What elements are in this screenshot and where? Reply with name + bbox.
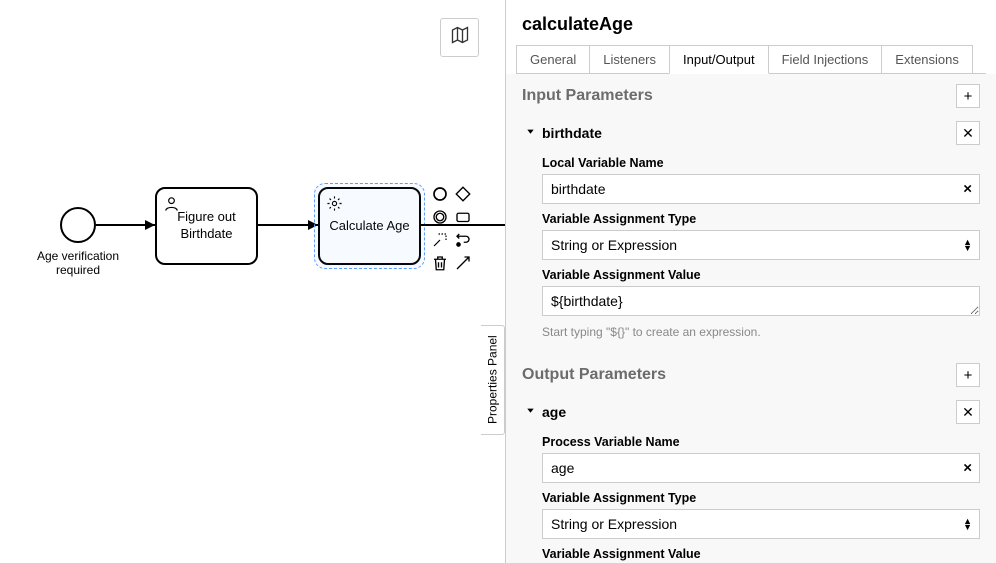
variable-assignment-value-input[interactable] xyxy=(542,286,980,316)
task-label: Calculate Age xyxy=(329,218,409,235)
plus-icon: + xyxy=(964,88,973,105)
variable-assignment-type-select[interactable]: String or Expression xyxy=(542,230,980,260)
add-output-parameter-button[interactable]: + xyxy=(956,363,980,387)
field-label: Variable Assignment Value xyxy=(542,547,980,561)
field-label: Local Variable Name xyxy=(542,156,980,170)
start-event-label: Age verification required xyxy=(32,249,124,278)
append-gateway-button[interactable] xyxy=(453,184,473,204)
close-icon: ✕ xyxy=(962,404,974,421)
field-label: Process Variable Name xyxy=(542,435,980,449)
input-entry-header[interactable]: birthdate ✕ xyxy=(506,114,996,152)
add-input-parameter-button[interactable]: + xyxy=(956,84,980,108)
close-icon: ✕ xyxy=(962,125,974,142)
task-label: Figure out Birthdate xyxy=(165,209,248,243)
output-parameters-section: Output Parameters + xyxy=(506,353,996,393)
append-task-button[interactable] xyxy=(453,207,473,227)
arrowhead-icon xyxy=(308,220,318,230)
section-title: Input Parameters xyxy=(522,87,956,105)
properties-panel-toggle[interactable]: Properties Panel xyxy=(481,325,505,435)
properties-panel: calculateAge General Listeners Input/Out… xyxy=(505,0,996,563)
clear-input-button[interactable]: × xyxy=(963,460,972,477)
panel-element-name: calculateAge xyxy=(506,0,996,45)
remove-output-entry-button[interactable]: ✕ xyxy=(956,400,980,424)
start-event[interactable] xyxy=(60,207,96,243)
entry-name-label: age xyxy=(542,404,956,420)
output-entry-header[interactable]: age ✕ xyxy=(506,393,996,431)
expression-hint: Start typing "${}" to create an expressi… xyxy=(542,325,980,339)
delete-button[interactable] xyxy=(430,253,450,273)
connect-button[interactable] xyxy=(453,253,473,273)
field-label: Variable Assignment Type xyxy=(542,491,980,505)
clear-input-button[interactable]: × xyxy=(963,181,972,198)
append-intermediate-event-button[interactable] xyxy=(430,207,450,227)
annotation-button[interactable] xyxy=(430,230,450,250)
section-title: Output Parameters xyxy=(522,366,956,384)
local-variable-name-input[interactable] xyxy=(542,174,980,204)
chevron-down-icon[interactable] xyxy=(522,405,538,419)
chevron-down-icon[interactable] xyxy=(522,126,538,140)
tab-general[interactable]: General xyxy=(516,45,590,74)
context-pad xyxy=(430,184,480,273)
append-end-event-button[interactable] xyxy=(430,184,450,204)
change-type-button[interactable] xyxy=(453,230,473,250)
user-task-icon xyxy=(163,195,180,212)
diagram-canvas[interactable]: Age verification required Figure out Bir… xyxy=(0,0,505,563)
tab-field-injections[interactable]: Field Injections xyxy=(768,45,883,74)
tablist: General Listeners Input/Output Field Inj… xyxy=(506,45,996,74)
remove-input-entry-button[interactable]: ✕ xyxy=(956,121,980,145)
map-icon xyxy=(450,25,470,50)
field-label: Variable Assignment Type xyxy=(542,212,980,226)
variable-assignment-type-select[interactable]: String or Expression xyxy=(542,509,980,539)
tab-extensions[interactable]: Extensions xyxy=(881,45,973,74)
input-parameters-section: Input Parameters + xyxy=(506,74,996,114)
service-task-calculate-age[interactable]: Calculate Age xyxy=(318,187,421,265)
plus-icon: + xyxy=(964,367,973,384)
tab-listeners[interactable]: Listeners xyxy=(589,45,670,74)
arrowhead-icon xyxy=(145,220,155,230)
tab-input-output[interactable]: Input/Output xyxy=(669,45,769,74)
minimap-toggle-button[interactable] xyxy=(440,18,479,57)
entry-name-label: birthdate xyxy=(542,125,956,141)
field-label: Variable Assignment Value xyxy=(542,268,980,282)
user-task-figure-out-birthdate[interactable]: Figure out Birthdate xyxy=(155,187,258,265)
process-variable-name-input[interactable] xyxy=(542,453,980,483)
service-task-icon xyxy=(326,195,343,212)
